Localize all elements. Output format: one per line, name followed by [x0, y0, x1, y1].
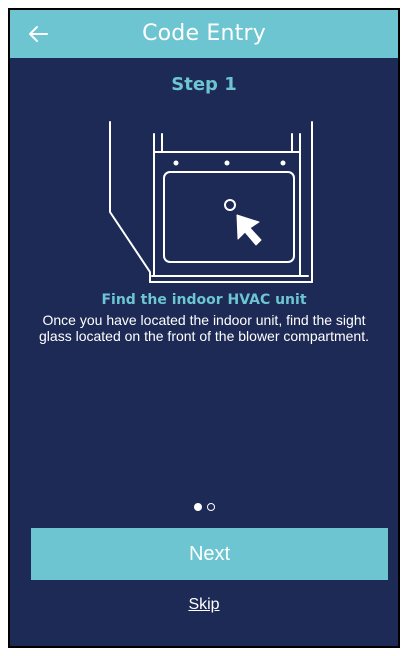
app-screen: Code Entry Step 1 Find the indoor HVAC u… — [8, 8, 400, 648]
cursor-arrow-icon — [236, 214, 262, 246]
next-button[interactable]: Next — [31, 528, 388, 580]
sight-glass-icon — [224, 199, 236, 211]
skip-link[interactable]: Skip — [10, 596, 398, 614]
page-dot-active — [193, 503, 202, 511]
header-bar: Code Entry — [10, 10, 398, 58]
hvac-unit-illustration — [109, 121, 313, 283]
page-title: Code Entry — [142, 21, 266, 46]
step-label: Step 1 — [171, 74, 237, 95]
screw-icons — [173, 160, 286, 166]
instruction-title: Find the indoor HVAC unit — [101, 292, 307, 308]
page-indicator — [10, 503, 398, 511]
instruction-body: Once you have located the indoor unit, f… — [39, 312, 369, 344]
page-dot-inactive — [206, 503, 215, 511]
